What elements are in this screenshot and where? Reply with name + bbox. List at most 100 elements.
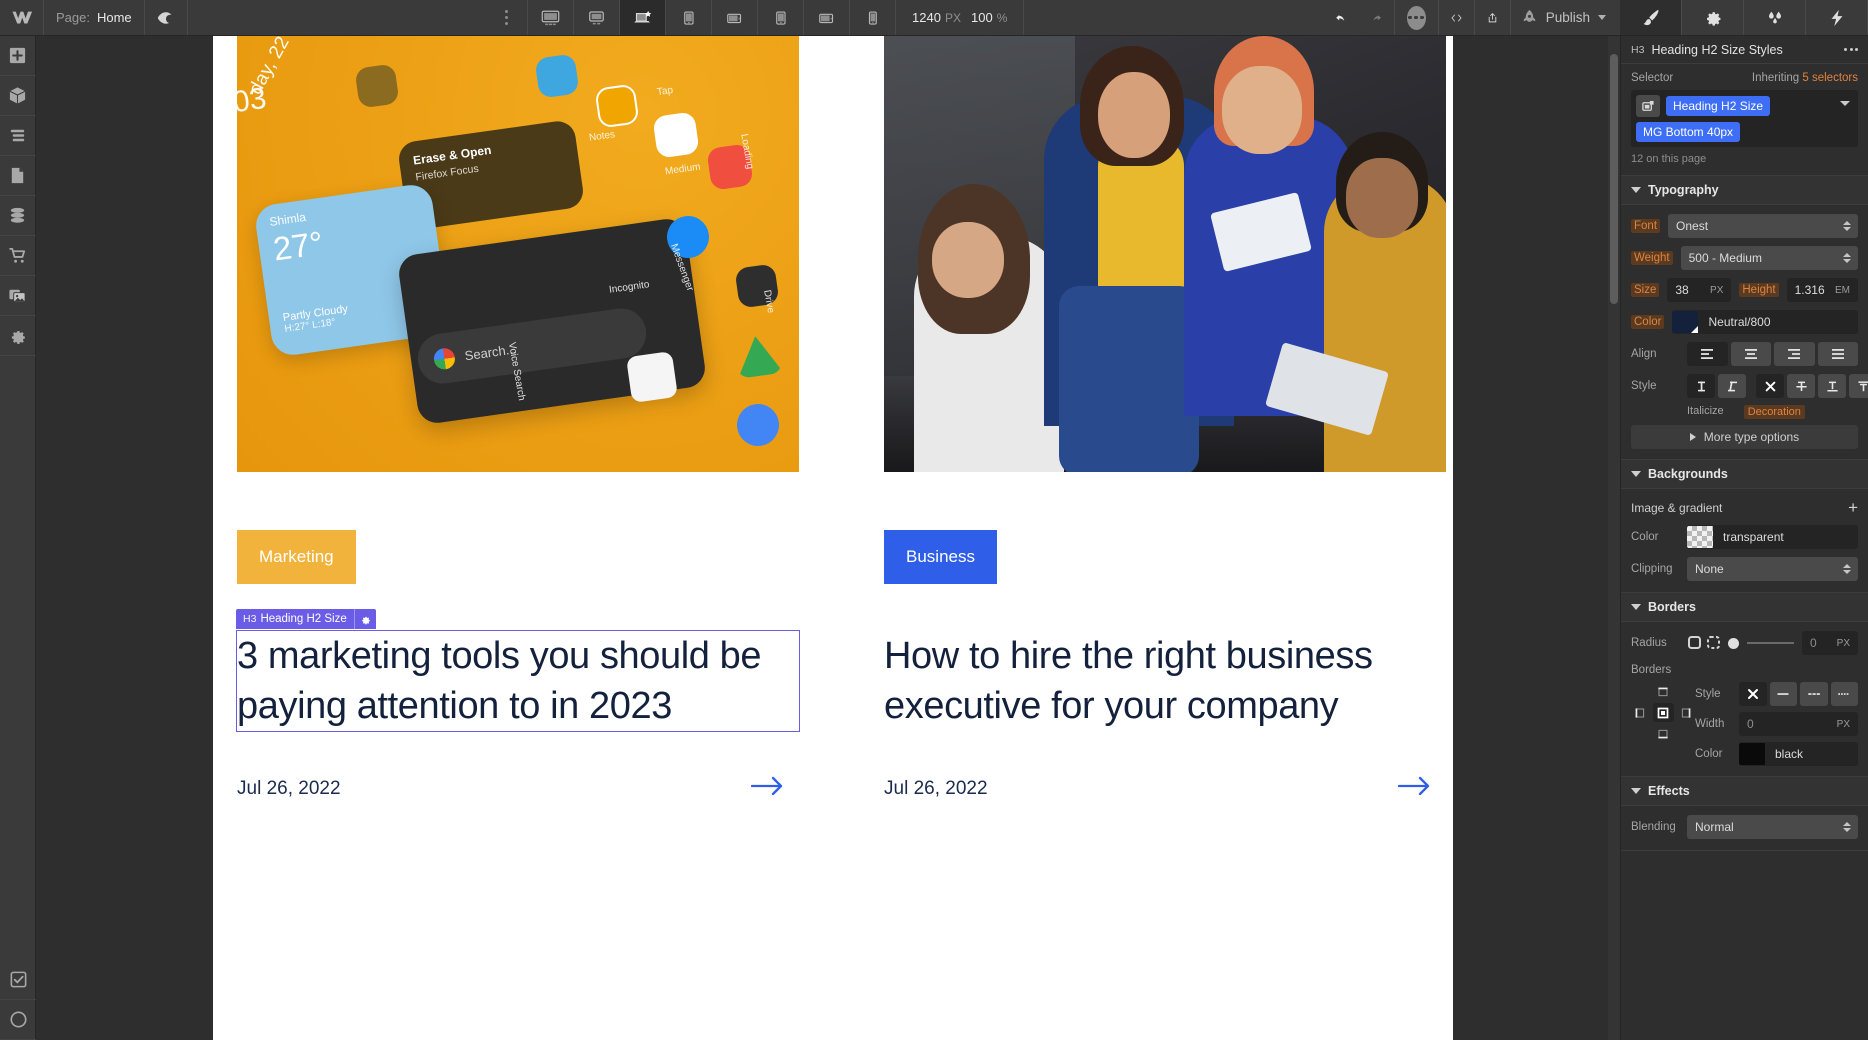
borders-section-header[interactable]: Borders — [1621, 593, 1868, 622]
sidebar-item-pages[interactable] — [0, 156, 36, 196]
background-color-field[interactable]: transparent — [1687, 525, 1858, 549]
tab-style-panel[interactable] — [1620, 0, 1683, 35]
backgrounds-section-header[interactable]: Backgrounds — [1621, 460, 1868, 489]
underline-icon[interactable] — [1818, 374, 1846, 398]
slider-track[interactable] — [1747, 642, 1794, 644]
tab-interactions-panel[interactable] — [1744, 0, 1807, 35]
breakpoint-mobile-portrait[interactable] — [850, 0, 897, 35]
selector-tag-primary[interactable]: Heading H2 Size — [1666, 96, 1771, 116]
breakpoint-mobile-landscape[interactable] — [712, 0, 759, 35]
color-swatch-transparent[interactable] — [1687, 526, 1713, 548]
text-italic-icon[interactable] — [1718, 374, 1746, 398]
text-upright-icon[interactable] — [1687, 374, 1715, 398]
effects-section-header[interactable]: Effects — [1621, 777, 1868, 806]
publish-button[interactable]: Publish — [1511, 0, 1620, 35]
sidebar-item-components[interactable] — [0, 76, 36, 116]
chevron-down-icon[interactable] — [1840, 101, 1850, 106]
border-left-icon[interactable] — [1630, 703, 1651, 722]
vertical-dots-icon[interactable] — [486, 0, 529, 35]
blending-select[interactable]: Normal — [1687, 815, 1858, 839]
breakpoint-desktop[interactable] — [574, 0, 621, 35]
selector-tag-secondary[interactable]: MG Bottom 40px — [1636, 122, 1741, 142]
scrollbar-up-cap[interactable] — [1610, 40, 1618, 49]
canvas-scrollbar[interactable] — [1608, 36, 1620, 1040]
tab-settings-panel[interactable] — [1682, 0, 1745, 35]
share-button[interactable] — [1475, 0, 1511, 35]
breakpoint-tablet[interactable] — [666, 0, 713, 35]
border-dashed-icon[interactable] — [1800, 682, 1828, 706]
align-left-icon[interactable] — [1687, 342, 1728, 366]
border-top-icon[interactable] — [1653, 682, 1674, 701]
align-right-icon[interactable] — [1774, 342, 1815, 366]
radius-input[interactable]: 0 PX — [1802, 631, 1858, 655]
border-bottom-icon[interactable] — [1653, 724, 1674, 743]
typography-section-header[interactable]: Typography — [1621, 176, 1868, 205]
inheriting-info[interactable]: Inheriting 5 selectors — [1752, 72, 1858, 84]
category-badge-marketing[interactable]: Marketing — [237, 530, 356, 584]
category-badge-business[interactable]: Business — [884, 530, 997, 584]
canvas-size-indicator[interactable]: 1240 PX 100 % — [896, 0, 1025, 35]
breakpoint-mobile-landscape-2[interactable] — [804, 0, 851, 35]
more-type-options-button[interactable]: More type options — [1631, 425, 1858, 449]
border-right-icon[interactable] — [1676, 703, 1697, 722]
card-arrow-link-business[interactable] — [1397, 775, 1432, 802]
text-color-field[interactable]: Neutral/800 — [1672, 310, 1858, 334]
scrollbar-thumb[interactable] — [1610, 54, 1618, 304]
radius-all-icon[interactable] — [1687, 635, 1703, 651]
sidebar-item-assets[interactable] — [0, 276, 36, 316]
weight-select[interactable]: 500 - Medium — [1680, 246, 1858, 270]
color-swatch[interactable] — [1672, 311, 1699, 333]
border-width-input[interactable]: 0 PX — [1739, 712, 1858, 736]
sidebar-item-audit[interactable] — [0, 960, 36, 1000]
tab-effects-panel[interactable] — [1806, 0, 1868, 35]
card-thumbnail-business[interactable] — [884, 36, 1446, 472]
border-solid-icon[interactable] — [1769, 682, 1797, 706]
font-select[interactable]: Onest — [1668, 214, 1858, 238]
selector-box[interactable]: Heading H2 Size MG Bottom 40px — [1631, 90, 1858, 147]
blog-card-marketing[interactable]: day, 22 September 03 Erase & Open Firefo… — [236, 36, 800, 802]
style-panel-menu-button[interactable] — [1844, 48, 1858, 51]
radius-individual-icon[interactable] — [1706, 635, 1722, 651]
sidebar-item-navigator[interactable] — [0, 116, 36, 156]
align-justify-icon[interactable] — [1817, 342, 1858, 366]
strikethrough-icon[interactable] — [1787, 374, 1815, 398]
card-title-marketing[interactable]: 3 marketing tools you should be paying a… — [236, 630, 800, 732]
webflow-logo-icon[interactable] — [0, 0, 44, 35]
breakpoint-tablet-portrait[interactable] — [758, 0, 805, 35]
sidebar-item-cms[interactable] — [0, 196, 36, 236]
plus-icon[interactable]: + — [1848, 499, 1858, 516]
page-selector[interactable]: Page: Home — [44, 0, 145, 35]
sidebar-item-settings[interactable] — [0, 316, 36, 356]
sidebar-item-help[interactable] — [0, 1000, 36, 1040]
image-gradient-row[interactable]: Image & gradient + — [1631, 497, 1858, 524]
sidebar-item-ecommerce[interactable] — [0, 236, 36, 276]
more-options-button[interactable] — [1395, 0, 1439, 35]
breakpoint-large-desktop[interactable] — [528, 0, 575, 35]
card-arrow-link-marketing[interactable] — [750, 775, 785, 802]
border-all-icon[interactable] — [1652, 703, 1674, 722]
redo-button[interactable] — [1359, 0, 1395, 35]
card-title-business[interactable]: How to hire the right business executive… — [884, 631, 1446, 731]
align-center-icon[interactable] — [1730, 342, 1771, 366]
preview-toggle[interactable] — [145, 0, 188, 35]
color-swatch-black[interactable] — [1739, 743, 1765, 765]
overline-icon[interactable] — [1849, 374, 1868, 398]
undo-button[interactable] — [1323, 0, 1359, 35]
sidebar-item-add[interactable] — [0, 36, 36, 76]
size-input[interactable]: 38 PX — [1667, 278, 1732, 302]
element-state-icon[interactable] — [1636, 95, 1660, 117]
selected-element-tag[interactable]: H3 Heading H2 Size — [236, 609, 376, 629]
blog-card-business[interactable]: Business How to hire the right business … — [884, 36, 1446, 802]
selected-tag-settings-button[interactable] — [353, 609, 376, 629]
design-canvas[interactable]: day, 22 September 03 Erase & Open Firefo… — [36, 36, 1620, 1040]
code-export-button[interactable] — [1439, 0, 1475, 35]
chevron-down-icon[interactable] — [1598, 15, 1607, 20]
card-thumbnail-marketing[interactable]: day, 22 September 03 Erase & Open Firefo… — [237, 36, 799, 472]
decoration-none-icon[interactable] — [1756, 374, 1784, 398]
breakpoint-base[interactable] — [620, 0, 667, 35]
radius-slider[interactable] — [1728, 637, 1794, 649]
height-input[interactable]: 1.316 EM — [1786, 278, 1858, 302]
slider-knob[interactable] — [1728, 637, 1739, 649]
border-color-field[interactable]: black — [1739, 742, 1858, 766]
border-dotted-icon[interactable] — [1830, 682, 1858, 706]
